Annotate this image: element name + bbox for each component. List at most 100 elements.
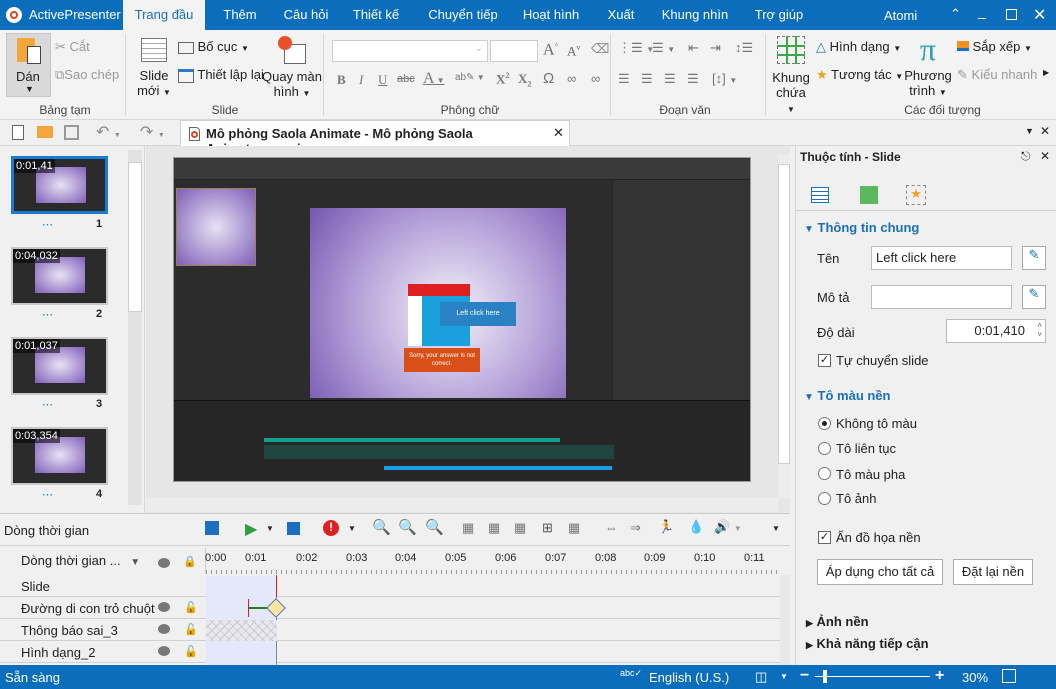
show-all-eye-icon[interactable] xyxy=(158,558,170,568)
collapse-ribbon-icon[interactable]: ⌃ xyxy=(950,6,961,22)
toolbar-overflow-icon[interactable]: ▼ xyxy=(772,524,780,533)
line-spacing-button[interactable]: ↕☰ xyxy=(735,40,753,56)
tab-questions[interactable]: Câu hỏi xyxy=(275,0,337,30)
reset-slide-button[interactable]: Thiết lập lại xyxy=(178,67,264,83)
open-folder-icon[interactable] xyxy=(37,126,53,138)
numbering-button[interactable]: ☰ ▼ xyxy=(652,40,675,56)
section-accessibility[interactable]: ▶ Khả năng tiếp cận xyxy=(806,636,929,651)
add-link-icon[interactable]: ∞ xyxy=(567,71,576,86)
user-name[interactable]: Atomi xyxy=(884,8,917,23)
tab-insert[interactable]: Thêm xyxy=(210,0,270,30)
radio-solid-fill[interactable] xyxy=(818,442,831,455)
tab-design[interactable]: Thiết kế xyxy=(345,0,407,30)
close-tab-icon[interactable]: ✕ xyxy=(553,125,564,141)
insert-time-icon[interactable]: ▦ xyxy=(568,520,580,536)
unlock-icon[interactable]: 🔓 xyxy=(184,623,198,636)
zoom-in-icon[interactable]: 🔍 xyxy=(425,518,444,536)
bullets-button[interactable]: ⋮☰ ▼ xyxy=(618,40,654,56)
eye-icon[interactable] xyxy=(158,646,170,656)
maximize-button[interactable] xyxy=(1006,9,1017,20)
fit-to-window-icon[interactable] xyxy=(1002,669,1016,683)
timeline-row[interactable]: Thông báo sai_3 🔓 xyxy=(0,619,780,641)
collapse-icon[interactable]: ⇒ xyxy=(630,520,641,536)
new-slide-button[interactable]: Slide mới ▼ xyxy=(136,38,172,98)
close-properties-icon[interactable]: ✕ xyxy=(1040,149,1050,163)
record-warning-icon[interactable]: ! xyxy=(323,520,339,536)
justify-button[interactable]: ☰ xyxy=(687,71,699,87)
section-background-image[interactable]: ▶ Ảnh nền xyxy=(806,614,869,629)
clear-format-icon[interactable]: ⌫ xyxy=(591,41,609,57)
font-family-select[interactable]: ⌄ xyxy=(332,40,488,62)
timeline-row[interactable]: Đường di con trỏ chuột 🔓 xyxy=(0,597,780,619)
spinner-arrows-icon[interactable]: ˄ ˅ xyxy=(1037,321,1042,339)
record-dropdown-icon[interactable]: ▼ xyxy=(348,524,356,533)
pin-icon[interactable]: ⎋ xyxy=(1021,149,1031,164)
undo-icon[interactable]: ↶ ▼ xyxy=(96,122,121,142)
select-all-icon[interactable] xyxy=(205,521,219,535)
edit-name-button[interactable]: ✎ xyxy=(1022,246,1046,270)
eye-icon[interactable] xyxy=(158,602,170,612)
crop-icon[interactable]: ⊞ xyxy=(542,520,553,536)
edit-description-button[interactable]: ✎ xyxy=(1022,285,1046,309)
stop-button[interactable] xyxy=(287,522,300,535)
ribbon-scroll-right[interactable]: ▶ xyxy=(1043,68,1049,77)
italic-button[interactable]: I xyxy=(359,72,363,88)
duration-spinner[interactable]: 0:01,410 ˄ ˅ xyxy=(946,319,1046,343)
decrease-indent-button[interactable]: ⇤ xyxy=(688,40,699,56)
eye-icon[interactable] xyxy=(158,624,170,634)
unlock-icon[interactable]: 🔓 xyxy=(184,645,198,658)
panel-menu-icon[interactable]: ▼ xyxy=(1025,126,1034,136)
tab-home[interactable]: Trang đầu xyxy=(123,0,205,30)
cut-button[interactable]: ✂ Cắt xyxy=(55,39,90,55)
strikethrough-button[interactable]: abc xyxy=(397,73,415,85)
radio-image-fill[interactable] xyxy=(818,492,831,505)
save-icon[interactable] xyxy=(64,125,79,140)
delete-range-icon[interactable]: ▦ xyxy=(514,520,526,536)
zoom-slider[interactable] xyxy=(815,670,930,683)
copy-button[interactable]: ⧉Sao chép xyxy=(55,67,119,83)
tab-export[interactable]: Xuất xyxy=(600,0,642,30)
layout-button[interactable]: Bố cục ▼ xyxy=(178,39,249,54)
minimize-button[interactable]: _ xyxy=(978,3,986,19)
zoom-in-button[interactable]: + xyxy=(935,667,944,685)
document-tab[interactable]: Mô phỏng Saola Animate - Mô phỏng Saola … xyxy=(180,120,570,156)
bold-button[interactable]: B xyxy=(337,72,346,88)
align-right-button[interactable]: ☰ xyxy=(664,71,676,87)
shape-button[interactable]: △ Hình dạng ▼ xyxy=(816,39,901,55)
lock-all-icon[interactable]: 🔒 xyxy=(183,555,197,568)
superscript-button[interactable]: X2 xyxy=(496,71,509,87)
audio-icon[interactable]: 🔊 ▼ xyxy=(714,519,742,535)
symbol-button[interactable]: Ω xyxy=(543,70,554,87)
zoom-out-icon[interactable]: 🔍 xyxy=(398,518,417,536)
zoom-fit-icon[interactable]: 🔍 xyxy=(372,518,391,536)
slides-scrollbar[interactable] xyxy=(128,150,142,505)
interaction-tab-icon[interactable]: ★ xyxy=(906,185,926,205)
language-indicator[interactable]: English (U.S.) xyxy=(649,670,729,685)
section-general[interactable]: ▼ Thông tin chung xyxy=(804,220,919,235)
reset-background-button[interactable]: Đặt lại nền xyxy=(953,559,1033,585)
tab-help[interactable]: Trợ giúp xyxy=(748,0,810,30)
slide-thumbnail[interactable]: 0:01,037 xyxy=(11,337,108,395)
timeline-row[interactable]: Hình dạng_2 🔓 xyxy=(0,641,780,663)
size-position-tab-icon[interactable] xyxy=(860,186,878,204)
redo-icon[interactable]: ↷ ▼ xyxy=(140,122,165,142)
presentation-icon[interactable]: ◫ xyxy=(755,669,767,685)
new-file-icon[interactable] xyxy=(12,125,24,140)
radio-gradient-fill[interactable] xyxy=(818,467,831,480)
description-input[interactable] xyxy=(871,285,1012,309)
vertical-align-button[interactable]: [↕] ▼ xyxy=(712,71,737,86)
slide-thumbnail[interactable]: 0:03,354 xyxy=(11,427,108,485)
arrange-button[interactable]: Sắp xếp ▼ xyxy=(957,39,1032,54)
interaction-button[interactable]: ★ Tương tác ▼ xyxy=(816,67,903,83)
status-dropdown-icon[interactable]: ▼ xyxy=(780,672,788,681)
spell-check-icon[interactable]: abc✓ xyxy=(620,668,642,679)
paste-button[interactable]: Dán ▼ xyxy=(6,33,51,97)
feedback-bar[interactable] xyxy=(206,620,277,641)
timeline-row[interactable]: Slide xyxy=(0,575,780,597)
font-color-button[interactable]: A ▼ xyxy=(423,70,444,88)
align-center-button[interactable]: ☰ xyxy=(641,71,653,87)
align-left-button[interactable]: ☰ xyxy=(618,71,630,87)
canvas-hscroll[interactable] xyxy=(146,498,778,512)
split-icon[interactable]: ▦ xyxy=(462,520,474,536)
font-shrink-button[interactable]: Av xyxy=(567,43,580,59)
